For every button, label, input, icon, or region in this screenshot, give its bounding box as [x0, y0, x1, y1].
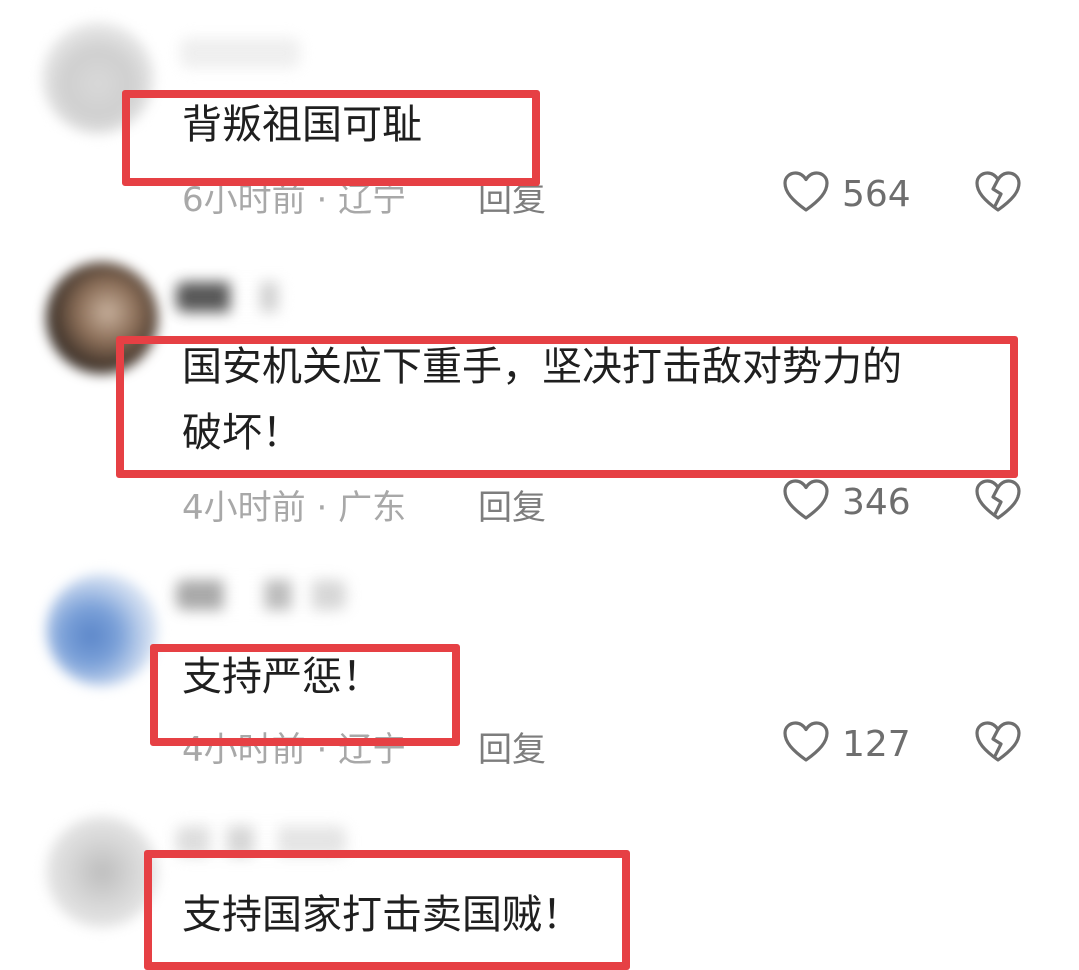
comment-location: 辽宁	[338, 730, 407, 770]
avatar[interactable]	[46, 574, 158, 686]
reply-button[interactable]: 回复	[478, 722, 546, 771]
comment-text-line: 破坏！	[182, 410, 302, 456]
comment-text-line: 国安机关应下重手，坚决打击敌对势力的	[182, 344, 902, 390]
comment-meta: 4小时前 · 广东	[182, 480, 406, 529]
heart-outline-icon	[782, 170, 830, 218]
like-button[interactable]: 346	[782, 478, 911, 526]
username[interactable]	[176, 826, 346, 856]
like-count: 346	[842, 481, 911, 523]
reply-button[interactable]: 回复	[478, 172, 546, 221]
avatar[interactable]	[46, 262, 158, 374]
heart-outline-icon	[782, 720, 830, 768]
broken-heart-icon	[974, 479, 1022, 526]
like-button[interactable]: 127	[782, 720, 911, 768]
dislike-button[interactable]	[974, 170, 1022, 218]
meta-separator: ·	[316, 488, 328, 528]
username[interactable]	[180, 38, 300, 68]
username[interactable]	[176, 282, 296, 312]
heart-outline-icon	[782, 478, 830, 526]
like-count: 127	[842, 723, 911, 765]
comment-time: 6小时前	[182, 180, 306, 220]
like-button[interactable]: 564	[782, 170, 911, 218]
meta-separator: ·	[316, 730, 328, 770]
comment-text: 支持严惩！	[182, 654, 382, 700]
like-count: 564	[842, 173, 911, 215]
comment-location: 广东	[338, 488, 407, 528]
comment-text: 支持国家打击卖国贼！	[182, 892, 582, 938]
reply-button[interactable]: 回复	[478, 480, 546, 529]
avatar[interactable]	[42, 22, 154, 134]
avatar[interactable]	[46, 816, 158, 928]
comment-time: 4小时前	[182, 730, 306, 770]
username[interactable]	[176, 580, 346, 610]
comment-text: 背叛祖国可耻	[182, 102, 422, 148]
comment-time: 4小时前	[182, 488, 306, 528]
dislike-button[interactable]	[974, 478, 1022, 526]
comment-location: 辽宁	[338, 180, 407, 220]
broken-heart-icon	[974, 721, 1022, 768]
dislike-button[interactable]	[974, 720, 1022, 768]
comment-meta: 4小时前 · 辽宁	[182, 722, 406, 771]
meta-separator: ·	[316, 180, 328, 220]
broken-heart-icon	[974, 171, 1022, 218]
comment-meta: 6小时前 · 辽宁	[182, 172, 406, 221]
